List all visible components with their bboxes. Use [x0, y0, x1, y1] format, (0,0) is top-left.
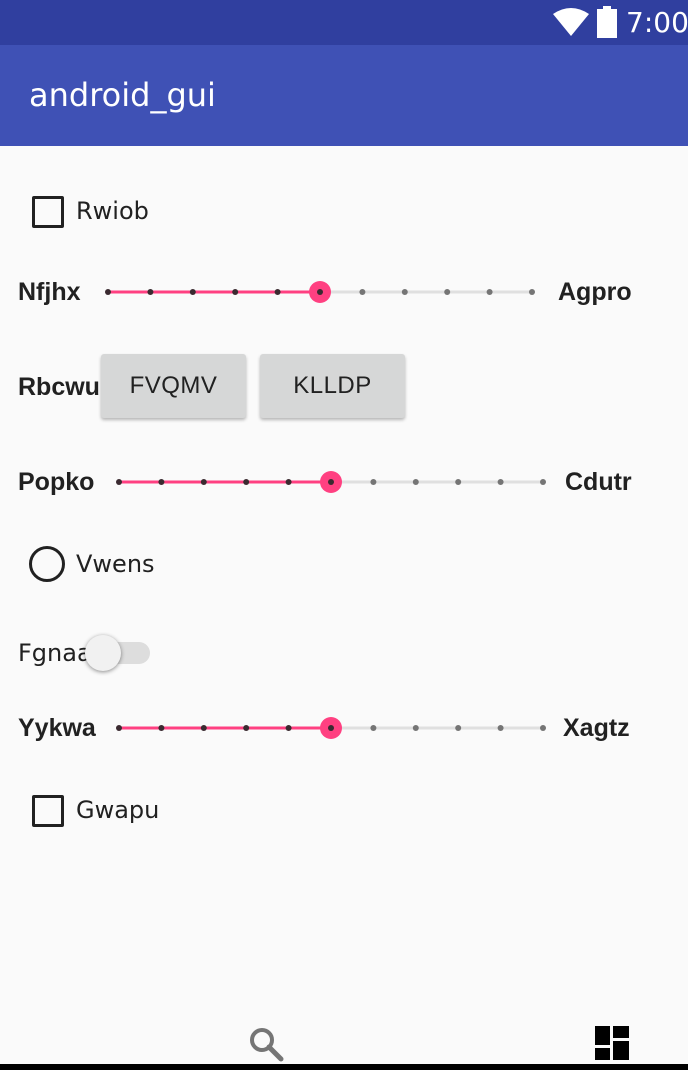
slider1-right-label: Agpro — [558, 278, 632, 306]
slider2-left-label: Popko — [18, 468, 95, 496]
status-bar: 7:00 — [0, 0, 688, 45]
seekbar-tick — [401, 289, 408, 295]
seekbar-tick — [486, 289, 493, 295]
klldp-button[interactable]: KLLDP — [260, 354, 405, 418]
seekbar-tick — [529, 289, 535, 295]
seekbar-tick — [455, 479, 462, 485]
seekbar-tick — [274, 289, 281, 295]
slider2-right-label: Cdutr — [565, 468, 632, 496]
seekbar-thumb-tick — [328, 725, 334, 731]
checkbox-gwapu[interactable] — [32, 795, 64, 827]
checkbox-rwiob[interactable] — [32, 196, 64, 228]
seekbar-tick — [497, 725, 504, 731]
seekbar-tick — [200, 479, 207, 485]
checkbox-gwapu-label[interactable]: Gwapu — [76, 795, 159, 825]
slider3-left-label: Yykwa — [18, 714, 96, 742]
fvqmv-button[interactable]: FVQMV — [101, 354, 246, 418]
slider2[interactable] — [111, 467, 551, 497]
seekbar-tick — [370, 479, 377, 485]
bottom-edge — [0, 1064, 688, 1070]
seekbar-tick — [444, 289, 451, 295]
slider3-right-label: Xagtz — [563, 714, 630, 742]
seekbar-tick — [370, 725, 377, 731]
seekbar-tick — [116, 725, 122, 731]
seekbar-tick — [116, 479, 122, 485]
seekbar-tick — [189, 289, 196, 295]
seekbar-thumb-tick — [328, 479, 334, 485]
checkbox-rwiob-label[interactable]: Rwiob — [76, 196, 149, 226]
seekbar-tick — [412, 479, 419, 485]
seekbar-tick — [285, 725, 292, 731]
app-title: android_gui — [29, 76, 216, 114]
dashboard-icon[interactable] — [595, 1026, 629, 1060]
radio-vwens-label[interactable]: Vwens — [76, 549, 155, 579]
seekbar-tick — [243, 479, 250, 485]
seekbar-thumb-tick — [317, 289, 323, 295]
button-row-label: Rbcwu — [18, 373, 100, 401]
seekbar-tick — [497, 479, 504, 485]
battery-icon — [597, 6, 617, 38]
wifi-icon — [553, 8, 589, 36]
slider3[interactable] — [111, 713, 551, 743]
slider1-left-label: Nfjhx — [18, 278, 81, 306]
seekbar-tick — [158, 479, 165, 485]
switch-label: Fgnaa — [18, 639, 92, 667]
seekbar-tick — [105, 289, 111, 295]
seekbar-tick — [455, 725, 462, 731]
seekbar-tick — [359, 289, 366, 295]
status-time: 7:00 — [626, 6, 688, 39]
slider1[interactable] — [100, 277, 540, 307]
seekbar-tick — [243, 725, 250, 731]
seekbar-tick — [232, 289, 239, 295]
seekbar-tick — [147, 289, 154, 295]
seekbar-tick — [412, 725, 419, 731]
seekbar-tick — [200, 725, 207, 731]
seekbar-tick — [540, 725, 546, 731]
seekbar-tick — [540, 479, 546, 485]
switch-thumb[interactable] — [85, 635, 121, 671]
search-icon[interactable] — [248, 1026, 284, 1062]
seekbar-tick — [158, 725, 165, 731]
radio-vwens[interactable] — [29, 546, 65, 582]
seekbar-tick — [285, 479, 292, 485]
app-bar: android_gui — [0, 45, 688, 146]
